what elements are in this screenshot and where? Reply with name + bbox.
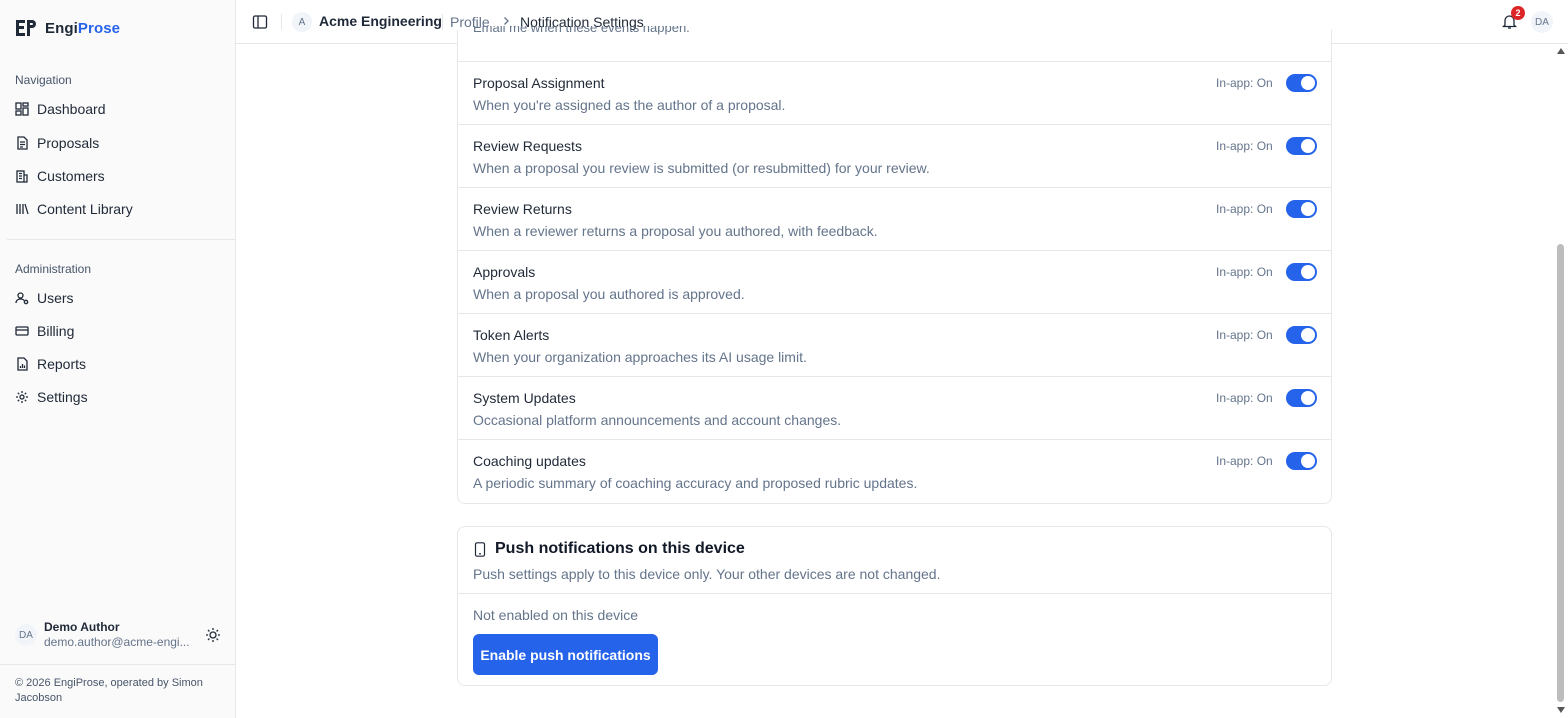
event-description: When your organization approaches its AI… — [473, 349, 807, 365]
event-title: Review Returns — [473, 201, 572, 217]
sidebar-item-billing[interactable]: Billing — [15, 317, 225, 345]
email-events-card: Email me when these events happen. Propo… — [457, 26, 1332, 504]
event-title: System Updates — [473, 390, 576, 406]
push-title: Push notifications on this device — [495, 540, 745, 557]
library-icon — [16, 203, 29, 215]
user-menu[interactable]: DA Demo Author demo.author@acme-engi... — [15, 618, 225, 652]
footer-divider — [0, 664, 236, 665]
inapp-status: In-app: On — [1216, 391, 1273, 405]
user-info: Demo Author demo.author@acme-engi... — [44, 620, 192, 650]
sun-icon[interactable] — [205, 627, 221, 643]
scroll-thumb[interactable] — [1557, 244, 1564, 702]
scroll-down-arrow-icon[interactable] — [1557, 707, 1565, 713]
sidebar-item-settings[interactable]: Settings — [15, 383, 225, 411]
user-email: demo.author@acme-engi... — [44, 635, 190, 649]
inapp-status: In-app: On — [1216, 139, 1273, 153]
header-divider — [281, 14, 282, 30]
document-icon — [17, 136, 28, 150]
credit-card-icon — [15, 326, 29, 336]
event-row: Token Alerts When your organization appr… — [458, 313, 1331, 376]
event-row: Review Requests When a proposal you revi… — [458, 124, 1331, 187]
event-row: Approvals When a proposal you authored i… — [458, 250, 1331, 313]
event-description: When a proposal you authored is approved… — [473, 286, 745, 302]
sidebar-item-label: Content Library — [37, 201, 133, 217]
sidebar-item-label: Customers — [37, 168, 105, 184]
event-title: Approvals — [473, 264, 536, 280]
inapp-status: In-app: On — [1216, 76, 1273, 90]
org-switcher[interactable]: Acme Engineering — [319, 13, 442, 29]
event-description: When you're assigned as the author of a … — [473, 97, 786, 113]
inapp-status: In-app: On — [1216, 454, 1273, 468]
event-description: A periodic summary of coaching accuracy … — [473, 475, 918, 491]
inapp-status: In-app: On — [1216, 328, 1273, 342]
sidebar-item-label: Reports — [37, 356, 87, 372]
sidebar-toggle-icon[interactable] — [252, 14, 268, 30]
event-row: System Updates Occasional platform annou… — [458, 376, 1331, 439]
brand-name: EngiProse — [45, 19, 121, 37]
event-title: Coaching updates — [473, 453, 586, 469]
sidebar-item-proposals[interactable]: Proposals — [15, 129, 225, 157]
sidebar-item-label: Dashboard — [37, 101, 106, 117]
gear-icon — [16, 391, 28, 403]
event-row: Coaching updates A periodic summary of c… — [458, 439, 1331, 502]
enable-push-button[interactable]: Enable push notifications — [473, 634, 658, 675]
push-status: Not enabled on this device — [473, 607, 638, 623]
divider — [458, 593, 1331, 594]
sidebar-item-label: Users — [37, 290, 74, 306]
org-avatar: A — [292, 12, 312, 32]
sidebar-item-customers[interactable]: Customers — [15, 162, 225, 190]
event-title: Token Alerts — [473, 327, 550, 343]
email-toggle[interactable] — [1286, 263, 1317, 281]
user-gear-icon — [15, 292, 29, 305]
header-divider — [442, 14, 443, 30]
smartphone-icon — [474, 542, 486, 557]
page-scrollbar[interactable] — [1553, 44, 1568, 718]
copyright-footer: © 2026 EngiProse, operated by Simon Jaco… — [15, 677, 203, 704]
event-title: Proposal Assignment — [473, 75, 605, 91]
event-title: Review Requests — [473, 138, 582, 154]
card-subtitle: Email me when these events happen. — [473, 26, 690, 35]
sidebar: EngiProse Navigation Dashboard Proposals… — [0, 0, 236, 718]
inapp-status: In-app: On — [1216, 265, 1273, 279]
email-toggle[interactable] — [1286, 200, 1317, 218]
sidebar-item-dashboard[interactable]: Dashboard — [15, 95, 225, 123]
avatar[interactable]: DA — [1531, 11, 1553, 33]
sidebar-item-content-library[interactable]: Content Library — [15, 195, 225, 223]
event-description: When a proposal you review is submitted … — [473, 160, 930, 176]
event-description: When a reviewer returns a proposal you a… — [473, 223, 878, 239]
event-row: Proposal Assignment When you're assigned… — [458, 61, 1331, 124]
navigation-section-label: Navigation — [15, 73, 72, 87]
sidebar-divider — [7, 239, 235, 240]
user-name: Demo Author — [44, 620, 120, 634]
sidebar-item-label: Proposals — [37, 135, 100, 151]
email-toggle[interactable] — [1286, 389, 1317, 407]
sidebar-item-label: Settings — [37, 389, 88, 405]
push-description: Push settings apply to this device only.… — [473, 566, 941, 582]
building-icon — [16, 170, 28, 183]
sidebar-item-reports[interactable]: Reports — [15, 350, 225, 378]
brand[interactable]: EngiProse — [15, 18, 120, 38]
email-toggle[interactable] — [1286, 74, 1317, 92]
push-notifications-card: Push notifications on this device Push s… — [457, 526, 1332, 686]
engiprose-logo-icon — [16, 20, 36, 36]
email-toggle[interactable] — [1286, 137, 1317, 155]
event-row: Review Returns When a reviewer returns a… — [458, 187, 1331, 250]
dashboard-icon — [15, 102, 29, 116]
notification-count-badge: 2 — [1511, 6, 1525, 20]
inapp-status: In-app: On — [1216, 202, 1273, 216]
sidebar-item-users[interactable]: Users — [15, 284, 225, 312]
email-toggle[interactable] — [1286, 452, 1317, 470]
email-toggle[interactable] — [1286, 326, 1317, 344]
scroll-up-arrow-icon[interactable] — [1557, 48, 1565, 54]
avatar: DA — [15, 624, 37, 646]
administration-section-label: Administration — [15, 262, 92, 276]
report-icon — [17, 357, 28, 371]
sidebar-item-label: Billing — [37, 323, 75, 339]
event-description: Occasional platform announcements and ac… — [473, 412, 842, 428]
